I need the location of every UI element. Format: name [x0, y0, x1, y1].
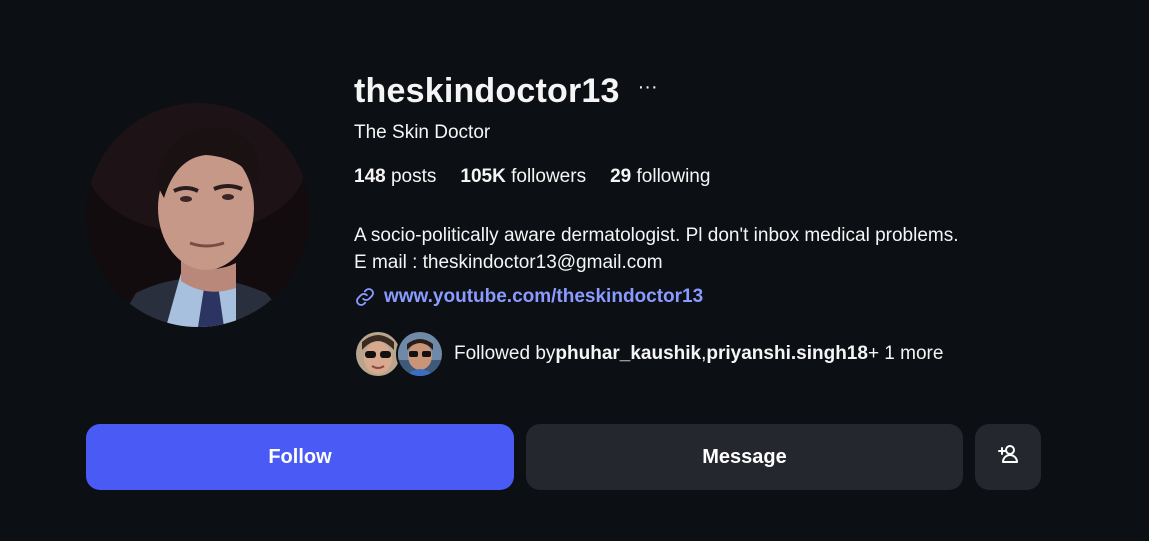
profile-actions: Follow Message	[86, 424, 1041, 490]
mutual-avatars	[354, 330, 444, 378]
followed-by-suffix: + 1 more	[867, 343, 944, 364]
profile-avatar[interactable]	[86, 103, 310, 327]
followed-by-prefix: Followed by	[454, 343, 556, 364]
add-user-icon	[996, 442, 1020, 472]
following-count: 29	[610, 166, 632, 187]
message-button[interactable]: Message	[526, 424, 963, 490]
followers-stat[interactable]: 105K followers	[460, 166, 586, 188]
mutual-avatar-2	[396, 330, 444, 378]
link-icon	[354, 286, 376, 308]
profile-link[interactable]: www.youtube.com/theskindoctor13	[384, 286, 703, 308]
full-name: The Skin Doctor	[354, 122, 491, 143]
profile-stats: 148 posts 105K followers 29 following	[354, 166, 1114, 188]
username: theskindoctor13	[354, 71, 620, 110]
more-options-icon[interactable]: ···	[638, 77, 658, 105]
following-label: following	[631, 166, 711, 187]
followers-count: 105K	[460, 166, 506, 187]
follow-button[interactable]: Follow	[86, 424, 514, 490]
posts-stat: 148 posts	[354, 166, 436, 188]
posts-label: posts	[385, 166, 437, 187]
add-user-button[interactable]	[975, 424, 1041, 490]
posts-count: 148	[354, 166, 386, 187]
mutual-user-1[interactable]: phuhar_kaushik	[555, 343, 701, 365]
profile-link-row: www.youtube.com/theskindoctor13	[354, 286, 1114, 308]
mutual-avatar-1	[354, 330, 402, 378]
bio: A socio-politically aware dermatologist.…	[354, 222, 1114, 276]
username-row: theskindoctor13 ···	[354, 70, 1114, 112]
followers-label: followers	[505, 166, 587, 187]
bio-line-2: E mail : theskindoctor13@gmail.com	[354, 252, 663, 273]
following-stat[interactable]: 29 following	[610, 166, 710, 188]
profile-info: theskindoctor13 ··· The Skin Doctor 148 …	[354, 70, 1114, 378]
bio-line-1: A socio-politically aware dermatologist.…	[354, 225, 959, 246]
followed-by-row[interactable]: Followed by phuhar_kaushik, priyanshi.si…	[354, 330, 1114, 378]
mutual-user-2[interactable]: priyanshi.singh18	[706, 343, 868, 365]
